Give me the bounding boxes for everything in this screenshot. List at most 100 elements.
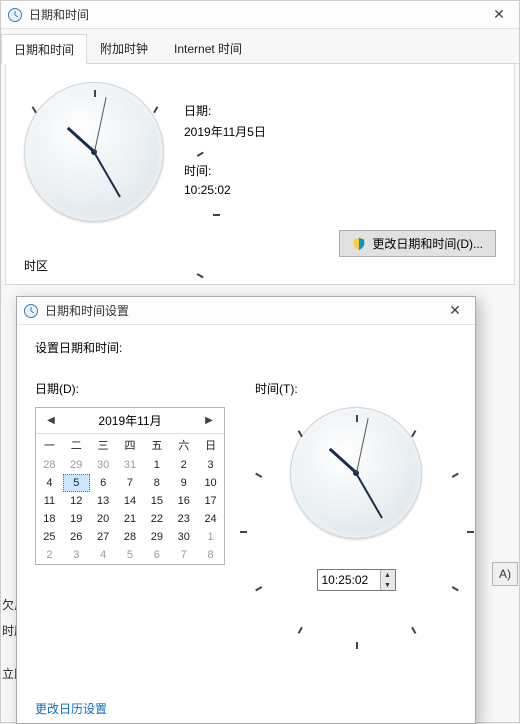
date-value: 2019年11月5日 [184, 123, 266, 140]
time-down-icon[interactable]: ▼ [381, 580, 395, 590]
time-value: 10:25:02 [184, 183, 266, 197]
dialog-title: 日期和时间设置 [45, 302, 129, 319]
time-label: 时间: [184, 162, 266, 179]
close-icon[interactable]: ✕ [485, 5, 513, 25]
calendar-header: ◀ 2019年11月 ▶ [36, 408, 224, 434]
clock-hour-hand [328, 448, 357, 474]
calendar-day[interactable]: 1 [197, 528, 224, 546]
clock-tick [240, 531, 247, 533]
calendar-day[interactable]: 4 [36, 474, 63, 492]
clock-tick [32, 106, 37, 113]
change-datetime-button[interactable]: 更改日期和时间(D)... [339, 230, 496, 257]
calendar-day[interactable]: 29 [143, 528, 170, 546]
calendar-day[interactable]: 5 [117, 546, 144, 564]
analog-clock-dialog [290, 407, 422, 539]
calendar-month-title[interactable]: 2019年11月 [58, 412, 202, 429]
calendar-day[interactable]: 30 [170, 528, 197, 546]
tab-additional-clocks[interactable]: 附加时钟 [87, 33, 161, 63]
calendar-day[interactable]: 27 [90, 528, 117, 546]
calendar-day[interactable]: 2 [170, 456, 197, 474]
calendar-day[interactable]: 13 [90, 492, 117, 510]
calendar-day[interactable]: 14 [117, 492, 144, 510]
calendar-day[interactable]: 12 [63, 492, 90, 510]
calendar-day[interactable]: 25 [36, 528, 63, 546]
clock-icon [23, 303, 39, 319]
set-datetime-label: 设置日期和时间: [35, 339, 457, 356]
calendar: ◀ 2019年11月 ▶ 一二三四五六日 2829303112345678910… [35, 407, 225, 565]
calendar-dow: 日 [197, 434, 224, 456]
calendar-day[interactable]: 8 [197, 546, 224, 564]
calendar-day[interactable]: 29 [63, 456, 90, 474]
clock-tick [452, 473, 459, 478]
calendar-day[interactable]: 26 [63, 528, 90, 546]
time-input[interactable] [318, 570, 380, 590]
clock-minute-hand [355, 473, 383, 519]
time-spinner: ▲ ▼ [317, 569, 396, 591]
date-label: 日期: [184, 102, 266, 119]
shield-icon [352, 237, 366, 251]
calendar-day[interactable]: 6 [90, 474, 117, 492]
calendar-next-icon[interactable]: ▶ [202, 414, 216, 428]
calendar-day[interactable]: 20 [90, 510, 117, 528]
calendar-day[interactable]: 24 [197, 510, 224, 528]
clock-tick [255, 586, 262, 591]
clock-minute-hand [93, 152, 121, 198]
window-title: 日期和时间 [29, 6, 89, 23]
clock-second-hand [356, 418, 369, 473]
calendar-day[interactable]: 21 [117, 510, 144, 528]
clock-tick [411, 627, 416, 634]
clock-hour-hand [66, 127, 95, 153]
calendar-day[interactable]: 8 [143, 474, 170, 492]
calendar-day[interactable]: 1 [143, 456, 170, 474]
calendar-day[interactable]: 23 [170, 510, 197, 528]
calendar-dow: 五 [143, 434, 170, 456]
calendar-day[interactable]: 6 [143, 546, 170, 564]
clock-tick [153, 106, 158, 113]
calendar-day[interactable]: 10 [197, 474, 224, 492]
calendar-day[interactable]: 22 [143, 510, 170, 528]
clock-tick [298, 627, 303, 634]
calendar-day[interactable]: 11 [36, 492, 63, 510]
time-up-icon[interactable]: ▲ [381, 570, 395, 580]
clock-icon [7, 7, 23, 23]
tab-datetime[interactable]: 日期和时间 [1, 34, 87, 64]
calendar-day[interactable]: 18 [36, 510, 63, 528]
calendar-day[interactable]: 3 [197, 456, 224, 474]
calendar-day[interactable]: 7 [117, 474, 144, 492]
dialog-titlebar: 日期和时间设置 ✕ [17, 297, 475, 325]
calendar-day[interactable]: 30 [90, 456, 117, 474]
calendar-day[interactable]: 15 [143, 492, 170, 510]
calendar-day[interactable]: 31 [117, 456, 144, 474]
clock-tick [213, 214, 220, 216]
timezone-section-label: 时区 [24, 257, 496, 274]
clock-tick [467, 531, 474, 533]
calendar-dow: 二 [63, 434, 90, 456]
calendar-dow: 六 [170, 434, 197, 456]
calendar-day[interactable]: 16 [170, 492, 197, 510]
clock-tick [298, 430, 303, 437]
calendar-prev-icon[interactable]: ◀ [44, 414, 58, 428]
tab-internet-time[interactable]: Internet 时间 [161, 33, 255, 63]
calendar-day[interactable]: 9 [170, 474, 197, 492]
clock-tick [255, 473, 262, 478]
clock-tick [94, 90, 96, 97]
calendar-day-selected[interactable]: 5 [63, 474, 90, 492]
change-datetime-label: 更改日期和时间(D)... [372, 235, 483, 252]
change-calendar-link[interactable]: 更改日历设置 [35, 700, 107, 717]
calendar-day[interactable]: 4 [90, 546, 117, 564]
clock-tick [356, 642, 358, 649]
clock-tick [411, 430, 416, 437]
calendar-day[interactable]: 19 [63, 510, 90, 528]
apply-button-partial[interactable]: A) [492, 562, 518, 586]
close-icon[interactable]: ✕ [441, 301, 469, 321]
calendar-day[interactable]: 17 [197, 492, 224, 510]
calendar-dayofweek-row: 一二三四五六日 [36, 434, 224, 456]
calendar-day[interactable]: 28 [36, 456, 63, 474]
calendar-dow: 一 [36, 434, 63, 456]
clock-tick [356, 415, 358, 422]
calendar-day[interactable]: 7 [170, 546, 197, 564]
calendar-dow: 四 [117, 434, 144, 456]
calendar-day[interactable]: 2 [36, 546, 63, 564]
calendar-day[interactable]: 28 [117, 528, 144, 546]
calendar-day[interactable]: 3 [63, 546, 90, 564]
